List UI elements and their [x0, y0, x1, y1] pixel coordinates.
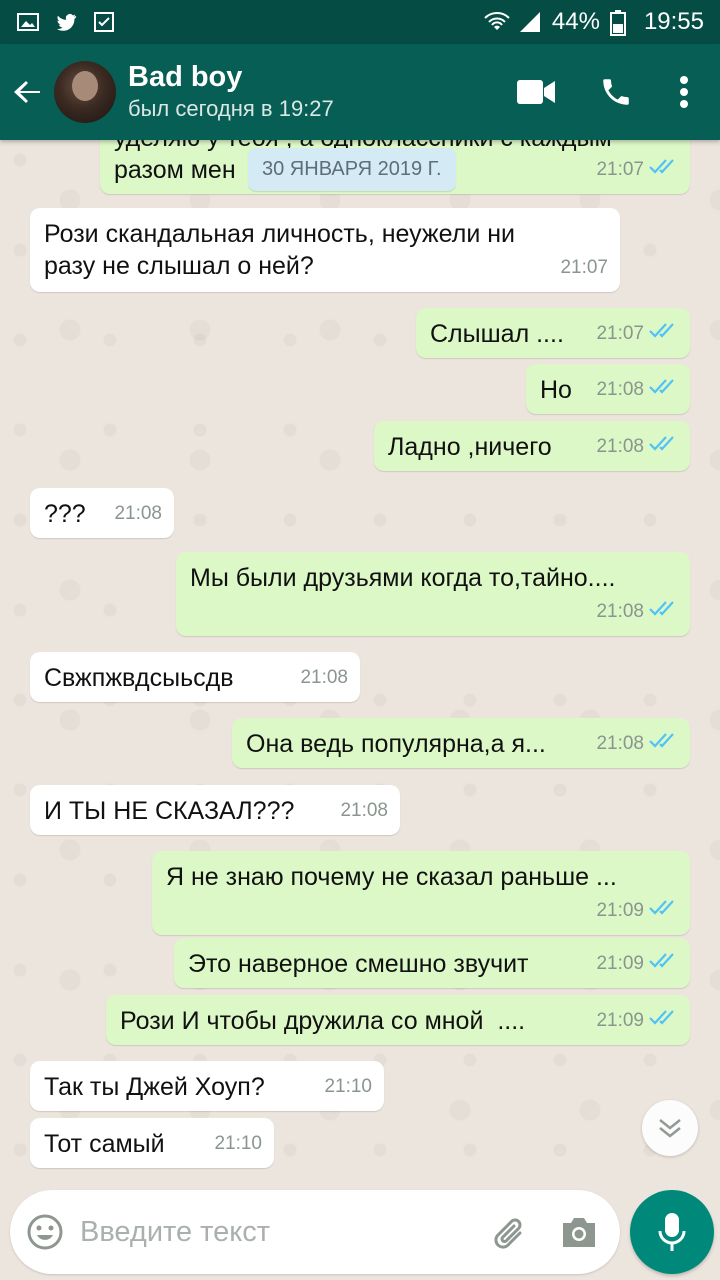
message-meta: 21:09: [596, 948, 678, 980]
message-time: 21:07: [596, 159, 644, 180]
message-text: И ТЫ НЕ СКАЗАЛ???: [44, 797, 295, 825]
emoji-icon: [27, 1214, 63, 1250]
kebab-menu-icon: [680, 76, 688, 108]
incoming-message[interactable]: Свжпжвдсыьсдв 21:08: [30, 652, 360, 702]
message-meta: 21:08: [596, 431, 678, 463]
message-time: 21:08: [300, 667, 348, 688]
read-receipt-icon: [648, 431, 678, 463]
incoming-message[interactable]: Так ты Джей Хоуп? 21:10: [30, 1061, 384, 1111]
avatar[interactable]: [54, 61, 116, 123]
message-meta: 21:10: [214, 1128, 262, 1160]
message-time: 21:09: [596, 953, 644, 974]
read-receipt-icon: [648, 1005, 678, 1037]
voice-message-button[interactable]: [630, 1190, 714, 1274]
message-meta: 21:07: [596, 154, 678, 186]
video-camera-icon: [517, 80, 555, 104]
outgoing-message[interactable]: Слышал .... 21:07: [416, 308, 690, 358]
message-time: 21:09: [596, 1010, 644, 1031]
message-text: Мы были друзьями когда то,тайно....: [190, 564, 616, 592]
message-time: 21:07: [596, 323, 644, 344]
status-bar: 44% 19:55: [0, 0, 720, 44]
read-receipt-icon: [648, 596, 678, 628]
incoming-message[interactable]: Тот самый 21:10: [30, 1118, 274, 1168]
camera-icon: [563, 1218, 595, 1247]
message-meta: 21:08: [340, 795, 388, 827]
signal-icon: [518, 10, 542, 34]
more-options-button[interactable]: [656, 44, 712, 140]
message-time: 21:08: [596, 601, 644, 622]
phone-icon: [603, 79, 629, 105]
message-input[interactable]: [80, 1215, 474, 1249]
message-meta: 21:07: [560, 252, 608, 284]
message-meta: 21:08: [596, 596, 678, 628]
message-text: Так ты Джей Хоуп?: [44, 1073, 265, 1101]
incoming-message[interactable]: Рози скандальная личность, неужели ни ра…: [30, 208, 620, 292]
message-meta: 21:09: [596, 1005, 678, 1037]
message-time: 21:09: [596, 900, 644, 921]
read-receipt-icon: [648, 318, 678, 350]
attach-button[interactable]: [474, 1190, 544, 1274]
clock: 19:55: [643, 8, 704, 35]
incoming-message[interactable]: ??? 21:08: [30, 488, 174, 538]
paperclip-icon: [494, 1218, 522, 1249]
read-receipt-icon: [648, 728, 678, 760]
message-text: Я не знаю почему не сказал раньше ...: [166, 863, 617, 891]
battery-percent: 44%: [551, 8, 600, 35]
battery-icon: [609, 10, 634, 36]
message-meta: 21:08: [596, 374, 678, 406]
read-receipt-icon: [648, 374, 678, 406]
double-chevron-down-icon: [659, 1119, 681, 1138]
outgoing-message[interactable]: Рози И чтобы дружила со мной .... 21:09: [106, 995, 690, 1045]
message-time: 21:08: [114, 503, 162, 524]
twitter-notification-icon: [54, 10, 78, 34]
message-time: 21:08: [596, 379, 644, 400]
checkbox-notification-icon: [92, 10, 116, 34]
message-meta: 21:08: [300, 662, 348, 694]
read-receipt-icon: [648, 154, 678, 186]
voice-call-button[interactable]: [576, 44, 656, 140]
contact-name: Bad boy: [128, 61, 243, 93]
scroll-to-bottom-button[interactable]: [642, 1100, 698, 1156]
incoming-message[interactable]: И ТЫ НЕ СКАЗАЛ??? 21:08: [30, 785, 400, 835]
last-seen-status: был сегодня в 19:27: [128, 96, 334, 121]
read-receipt-icon: [648, 895, 678, 927]
message-text: Рози скандальная личность, неужели ни ра…: [44, 220, 515, 280]
message-meta: 21:08: [114, 498, 162, 530]
back-arrow-icon: [14, 81, 40, 103]
contact-info[interactable]: Bad boy был сегодня в 19:27: [128, 60, 496, 124]
outgoing-message[interactable]: Но 21:08: [526, 364, 690, 414]
read-receipt-icon: [648, 948, 678, 980]
message-time: 21:10: [214, 1133, 262, 1154]
composer-bar: [10, 1190, 620, 1274]
outgoing-message[interactable]: Она ведь популярна,а я... 21:08: [232, 718, 690, 768]
chat-header: Bad boy был сегодня в 19:27: [0, 44, 720, 140]
outgoing-message[interactable]: Я не знаю почему не сказал раньше ... 21:…: [152, 851, 690, 935]
back-button[interactable]: [2, 44, 54, 140]
outgoing-message[interactable]: Мы были друзьями когда то,тайно.... 21:08: [176, 552, 690, 636]
message-list[interactable]: уделяю у тебя , а одноклассники с каждым…: [0, 140, 720, 1180]
camera-button[interactable]: [544, 1190, 614, 1274]
outgoing-message[interactable]: Ладно ,ничего 21:08: [374, 421, 690, 471]
date-separator: 30 ЯНВАРЯ 2019 Г.: [248, 148, 456, 191]
message-time: 21:08: [340, 800, 388, 821]
message-time: 21:10: [324, 1076, 372, 1097]
message-text: Рози И чтобы дружила со мной ....: [120, 1007, 526, 1035]
message-time: 21:08: [596, 733, 644, 754]
emoji-button[interactable]: [10, 1190, 80, 1274]
outgoing-message[interactable]: Это наверное смешно звучит 21:09: [174, 938, 690, 988]
microphone-icon: [658, 1213, 686, 1251]
gallery-notification-icon: [16, 10, 40, 34]
message-meta: 21:08: [596, 728, 678, 760]
wifi-icon: [484, 10, 510, 34]
message-meta: 21:07: [596, 318, 678, 350]
video-call-button[interactable]: [496, 44, 576, 140]
message-time: 21:08: [596, 436, 644, 457]
message-meta: 21:09: [596, 895, 678, 927]
message-time: 21:07: [560, 257, 608, 278]
message-meta: 21:10: [324, 1071, 372, 1103]
